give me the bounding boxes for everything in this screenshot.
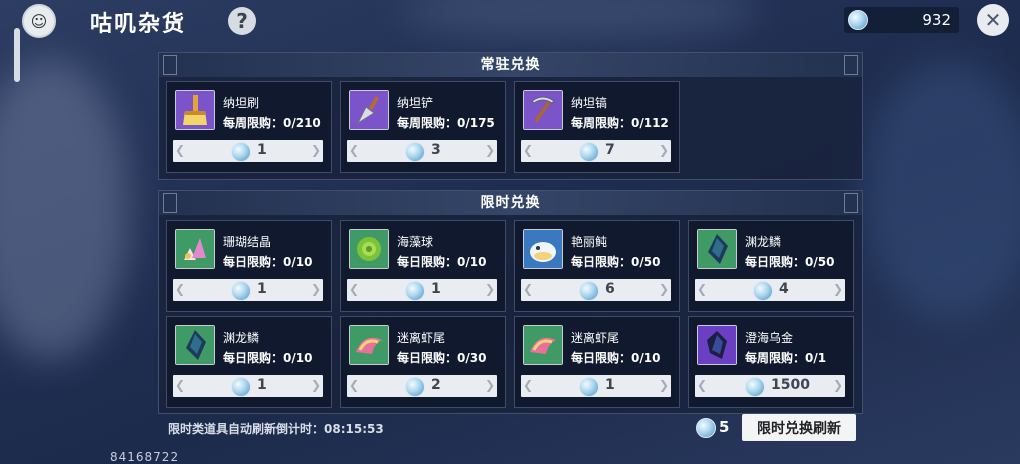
dragon-scale-icon <box>175 325 215 365</box>
item-limit: 每周限购：0/112 <box>571 116 669 130</box>
panel-title: 常驻兑换 <box>480 57 541 73</box>
shrimp-tail-icon <box>523 325 563 365</box>
item-price: 1500 <box>771 377 810 393</box>
currency-display: 932 <box>844 7 959 33</box>
price-button[interactable]: ❮ 1 ❯ <box>173 279 323 301</box>
item-limit: 每日限购：0/10 <box>223 351 313 365</box>
item-price: 6 <box>605 281 615 297</box>
price-button[interactable]: ❮ 1 ❯ <box>347 279 497 301</box>
shop-avatar-icon: ☺ <box>22 4 56 38</box>
item-price: 7 <box>605 142 615 158</box>
price-button[interactable]: ❮ 3 ❯ <box>347 140 497 162</box>
panel-header: 限时兑换 <box>159 191 862 215</box>
item-price: 1 <box>257 377 267 393</box>
shrimp-tail-icon <box>349 325 389 365</box>
shop-item-card[interactable]: 纳坦镐 每周限购：0/112 ❮ 7 ❯ <box>514 81 680 173</box>
item-name: 珊瑚结晶 <box>223 235 272 249</box>
item-name: 迷离虾尾 <box>397 331 446 345</box>
item-limit: 每日限购：0/10 <box>571 351 661 365</box>
item-name: 海藻球 <box>397 235 434 249</box>
item-name: 纳坦刷 <box>223 96 260 110</box>
item-price: 1 <box>257 142 267 158</box>
gem-currency-icon <box>696 418 716 438</box>
scrollbar[interactable] <box>14 28 20 82</box>
item-name: 迷离虾尾 <box>571 331 620 345</box>
panel-title: 限时兑换 <box>480 195 541 211</box>
item-name: 纳坦镐 <box>571 96 608 110</box>
shop-item-card[interactable]: 澄海乌金 每周限购：0/1 ❮ 1500 ❯ <box>688 316 854 408</box>
item-limit: 每日限购：0/10 <box>223 255 313 269</box>
item-name: 渊龙鳞 <box>223 331 260 345</box>
item-limit: 每周限购：0/210 <box>223 116 321 130</box>
item-name: 纳坦铲 <box>397 96 434 110</box>
item-price: 2 <box>431 377 441 393</box>
gem-currency-icon <box>231 142 251 162</box>
gem-currency-icon <box>579 377 599 397</box>
brush-icon <box>175 90 215 130</box>
gem-currency-icon <box>231 281 251 301</box>
help-button[interactable]: ? <box>228 7 256 35</box>
price-button[interactable]: ❮ 6 ❯ <box>521 279 671 301</box>
gem-currency-icon <box>405 281 425 301</box>
coral-crystal-icon <box>175 229 215 269</box>
item-name: 渊龙鳞 <box>745 235 782 249</box>
item-limit: 每周限购：0/1 <box>745 351 827 365</box>
refresh-cost: 5 <box>719 418 730 436</box>
gem-currency-icon <box>579 142 599 162</box>
item-price: 4 <box>779 281 789 297</box>
item-limit: 每日限购：0/50 <box>571 255 661 269</box>
item-name: 澄海乌金 <box>745 331 794 345</box>
price-button[interactable]: ❮ 1 ❯ <box>173 375 323 397</box>
price-button[interactable]: ❮ 1 ❯ <box>173 140 323 162</box>
gem-currency-icon <box>405 377 425 397</box>
item-limit: 每周限购：0/175 <box>397 116 495 130</box>
shop-item-card[interactable]: 渊龙鳞 每日限购：0/50 ❮ 4 ❯ <box>688 220 854 312</box>
item-price: 3 <box>431 142 441 158</box>
item-limit: 每日限购：0/30 <box>397 351 487 365</box>
gem-currency-icon <box>405 142 425 162</box>
background-blur <box>860 60 1020 320</box>
gem-currency-icon <box>231 377 251 397</box>
price-button[interactable]: ❮ 1500 ❯ <box>695 375 845 397</box>
shop-item-card[interactable]: 艳丽鲀 每日限购：0/50 ❮ 6 ❯ <box>514 220 680 312</box>
gem-currency-icon <box>848 10 868 30</box>
player-uid: 84168722 <box>110 450 180 464</box>
shop-title: 咕叽杂货 <box>90 12 187 37</box>
close-button[interactable]: ✕ <box>977 4 1009 36</box>
price-button[interactable]: ❮ 1 ❯ <box>521 375 671 397</box>
shop-item-card[interactable]: 纳坦铲 每周限购：0/175 ❮ 3 ❯ <box>340 81 506 173</box>
refresh-countdown: 限时类道具自动刷新倒计时：08:15:53 <box>168 422 384 436</box>
item-name: 艳丽鲀 <box>571 235 608 249</box>
item-price: 1 <box>605 377 615 393</box>
pufferfish-icon <box>523 229 563 269</box>
dark-gold-icon <box>697 325 737 365</box>
dragon-scale-icon <box>697 229 737 269</box>
shop-item-card[interactable]: 珊瑚结晶 每日限购：0/10 ❮ 1 ❯ <box>166 220 332 312</box>
gem-currency-icon <box>753 281 773 301</box>
limited-refresh-button[interactable]: 限时兑换刷新 <box>742 414 856 441</box>
price-button[interactable]: ❮ 7 ❯ <box>521 140 671 162</box>
panel-header: 常驻兑换 <box>159 53 862 77</box>
gem-currency-icon <box>745 377 765 397</box>
algae-ball-icon <box>349 229 389 269</box>
background-blur <box>0 60 130 360</box>
price-button[interactable]: ❮ 4 ❯ <box>695 279 845 301</box>
shop-item-card[interactable]: 迷离虾尾 每日限购：0/30 ❮ 2 ❯ <box>340 316 506 408</box>
trowel-icon <box>349 90 389 130</box>
item-limit: 每日限购：0/50 <box>745 255 835 269</box>
top-bar: ☺ 咕叽杂货 ? 932 ✕ <box>0 0 1020 42</box>
shop-item-card[interactable]: 海藻球 每日限购：0/10 ❮ 1 ❯ <box>340 220 506 312</box>
currency-value: 932 <box>922 11 951 29</box>
item-limit: 每日限购：0/10 <box>397 255 487 269</box>
pickaxe-icon <box>523 90 563 130</box>
shop-item-card[interactable]: 渊龙鳞 每日限购：0/10 ❮ 1 ❯ <box>166 316 332 408</box>
price-button[interactable]: ❮ 2 ❯ <box>347 375 497 397</box>
item-price: 1 <box>257 281 267 297</box>
gem-currency-icon <box>579 281 599 301</box>
shop-item-card[interactable]: 迷离虾尾 每日限购：0/10 ❮ 1 ❯ <box>514 316 680 408</box>
item-price: 1 <box>431 281 441 297</box>
shop-item-card[interactable]: 纳坦刷 每周限购：0/210 ❮ 1 ❯ <box>166 81 332 173</box>
